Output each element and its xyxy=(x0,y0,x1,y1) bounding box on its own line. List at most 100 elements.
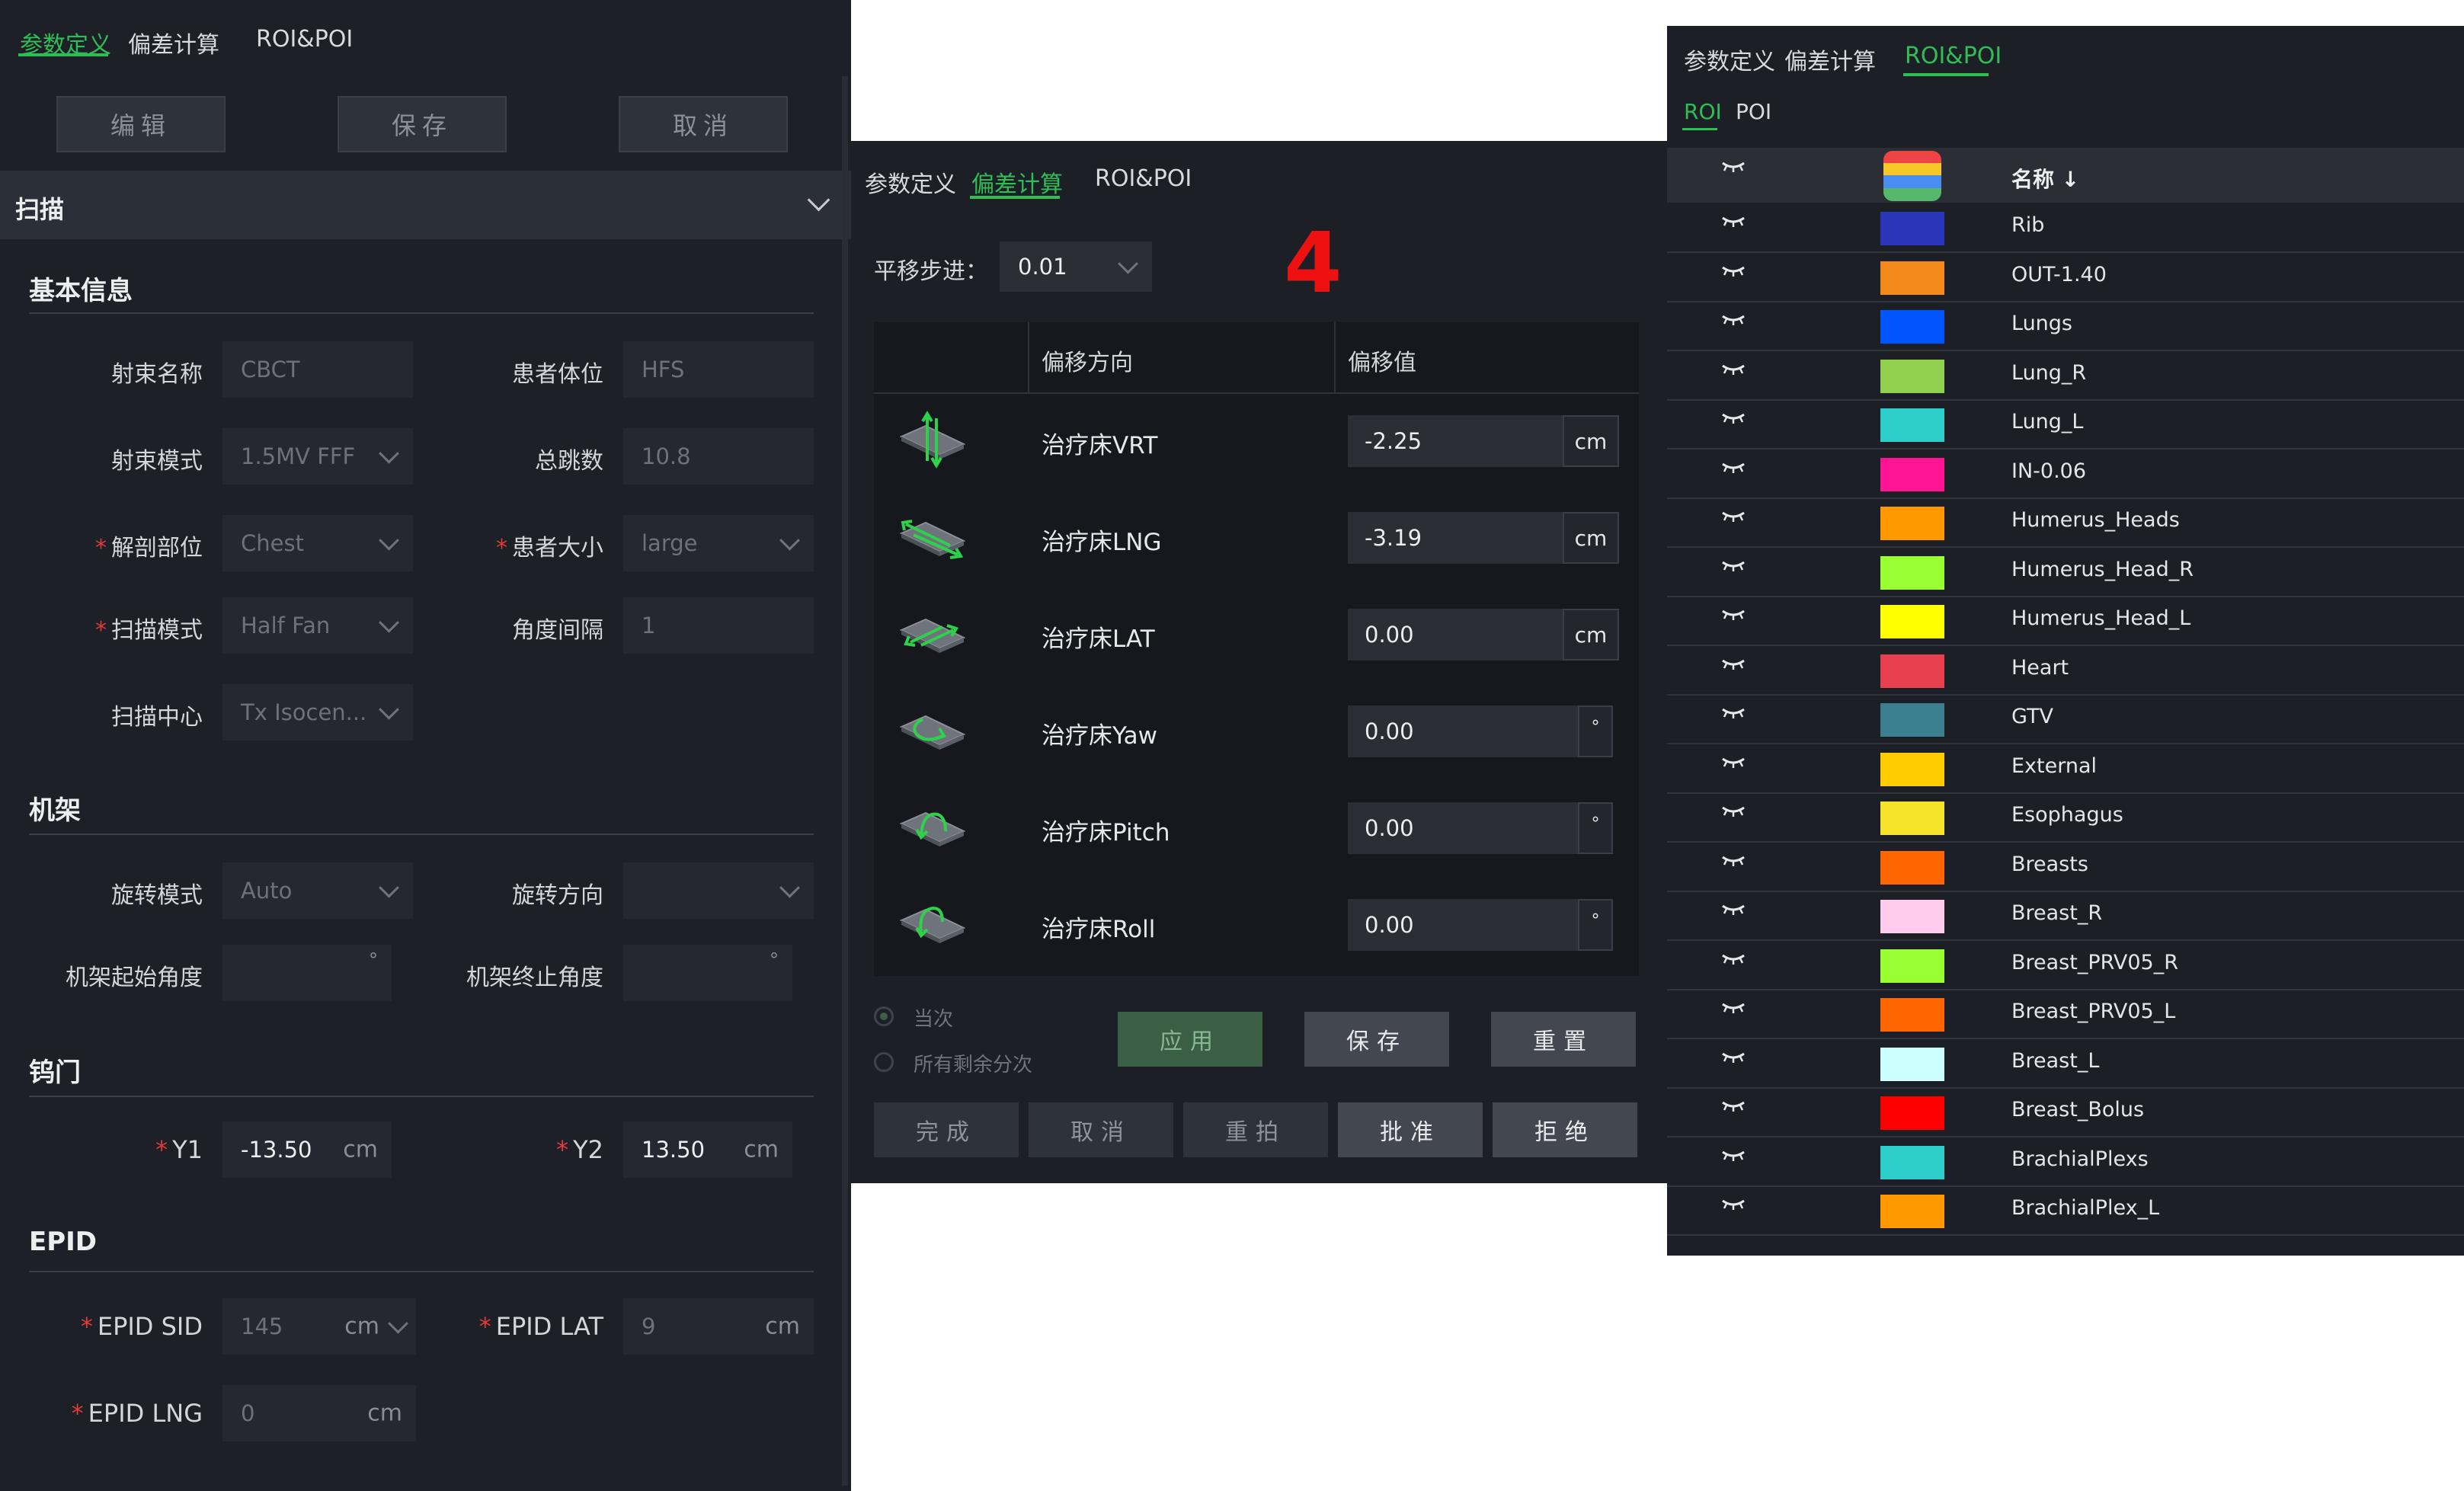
eye-closed-icon[interactable] xyxy=(1720,213,1746,232)
roi-color-swatch[interactable] xyxy=(1880,310,1944,344)
y1-field[interactable]: -13.50 cm xyxy=(222,1121,392,1178)
eye-closed-icon[interactable] xyxy=(1720,754,1746,773)
roi-row[interactable]: BrachialPlexs xyxy=(1667,1137,2464,1187)
done-button[interactable]: 完成 xyxy=(874,1102,1019,1157)
sort-arrow-icon[interactable]: ↓ xyxy=(2062,167,2079,192)
anatomy-select[interactable]: Chest xyxy=(222,515,413,571)
eye-closed-icon[interactable] xyxy=(1720,459,1746,478)
eye-closed-icon[interactable] xyxy=(1720,1098,1746,1116)
patient-size-select[interactable]: large xyxy=(623,515,814,571)
retake-button[interactable]: 重拍 xyxy=(1183,1102,1328,1157)
epid-sid-select[interactable]: 145 cm xyxy=(222,1298,416,1355)
roi-color-swatch[interactable] xyxy=(1880,850,1944,885)
offset-value-input[interactable]: 0.00 xyxy=(1348,609,1563,661)
roi-row[interactable]: Breast_PRV05_R xyxy=(1667,940,2464,990)
eye-closed-icon[interactable] xyxy=(1720,803,1746,821)
roi-row[interactable]: Breast_PRV05_L xyxy=(1667,989,2464,1039)
roi-row[interactable]: Rib xyxy=(1667,203,2464,253)
eye-closed-icon[interactable] xyxy=(1720,1000,1746,1018)
gantry-start-angle-field[interactable]: ° xyxy=(222,945,392,1001)
roi-color-swatch[interactable] xyxy=(1880,801,1944,835)
eye-closed-icon[interactable] xyxy=(1720,558,1746,576)
roi-row[interactable]: IN-0.06 xyxy=(1667,449,2464,499)
offset-value-input[interactable]: 0.00 xyxy=(1348,802,1578,854)
eye-closed-icon[interactable] xyxy=(1720,263,1746,281)
roi-color-swatch[interactable] xyxy=(1880,998,1944,1032)
roi-row[interactable]: Lung_R xyxy=(1667,350,2464,401)
roi-color-swatch[interactable] xyxy=(1880,654,1944,688)
roi-color-swatch[interactable] xyxy=(1880,457,1944,491)
column-name-header[interactable]: 名称 ↓ xyxy=(2011,163,2079,194)
roi-color-swatch[interactable] xyxy=(1880,261,1944,295)
scan-section-header[interactable]: 扫描 xyxy=(0,171,851,239)
edit-button[interactable]: 编辑 xyxy=(56,96,226,152)
roi-color-swatch[interactable] xyxy=(1880,703,1944,737)
offset-value-input[interactable]: -3.19 xyxy=(1348,512,1563,564)
roi-color-swatch[interactable] xyxy=(1880,900,1944,933)
tab-roi-poi[interactable]: ROI&POI xyxy=(256,26,353,53)
offset-value-input[interactable]: -2.25 xyxy=(1348,415,1563,467)
subtab-roi[interactable]: ROI xyxy=(1684,99,1722,124)
roi-color-swatch[interactable] xyxy=(1880,408,1944,442)
roi-color-swatch[interactable] xyxy=(1880,359,1944,393)
tab-deviation-calc[interactable]: 偏差计算 xyxy=(1784,43,1876,76)
scrollbar[interactable] xyxy=(842,76,848,1486)
step-select[interactable]: 0.01 xyxy=(1000,242,1152,292)
scan-mode-select[interactable]: Half Fan xyxy=(222,597,413,654)
tab-deviation-calc[interactable]: 偏差计算 xyxy=(971,165,1063,199)
roi-row[interactable]: External xyxy=(1667,744,2464,794)
roi-row[interactable]: Heart xyxy=(1667,645,2464,696)
apply-button[interactable]: 应用 xyxy=(1118,1012,1262,1067)
chevron-down-icon[interactable] xyxy=(807,188,830,212)
tab-deviation-calc[interactable]: 偏差计算 xyxy=(128,26,219,59)
roi-row[interactable]: Humerus_Heads xyxy=(1667,498,2464,548)
radio-all-remaining[interactable] xyxy=(874,1052,894,1072)
roi-row[interactable]: Lung_L xyxy=(1667,399,2464,450)
eye-closed-icon[interactable] xyxy=(1720,1049,1746,1067)
roi-color-swatch[interactable] xyxy=(1880,605,1944,638)
eye-closed-icon[interactable] xyxy=(1720,705,1746,723)
offset-value-input[interactable]: 0.00 xyxy=(1348,706,1578,757)
tab-param-def[interactable]: 参数定义 xyxy=(1684,43,1775,76)
rotation-mode-select[interactable]: Auto xyxy=(222,862,413,919)
roi-color-swatch[interactable] xyxy=(1880,752,1944,786)
eye-closed-icon[interactable] xyxy=(1720,312,1746,330)
eye-closed-icon[interactable] xyxy=(1720,361,1746,379)
eye-closed-icon[interactable] xyxy=(1720,1196,1746,1214)
roi-color-swatch[interactable] xyxy=(1880,1195,1944,1228)
tab-param-def[interactable]: 参数定义 xyxy=(865,165,956,199)
cancel-button[interactable]: 取消 xyxy=(619,96,788,152)
cancel-button[interactable]: 取消 xyxy=(1029,1102,1173,1157)
y2-field[interactable]: 13.50 cm xyxy=(623,1121,792,1178)
roi-row[interactable]: GTV xyxy=(1667,694,2464,744)
eye-closed-icon[interactable] xyxy=(1720,853,1746,871)
save-button[interactable]: 保存 xyxy=(338,96,507,152)
scan-center-select[interactable]: Tx Isocen... xyxy=(222,684,413,741)
roi-color-swatch[interactable] xyxy=(1880,1145,1944,1179)
reset-button[interactable]: 重置 xyxy=(1491,1012,1636,1067)
save-button[interactable]: 保存 xyxy=(1304,1012,1449,1067)
roi-color-swatch[interactable] xyxy=(1880,555,1944,590)
offset-value-input[interactable]: 0.00 xyxy=(1348,899,1578,951)
beam-mode-select[interactable]: 1.5MV FFF xyxy=(222,428,413,485)
eye-closed-icon[interactable] xyxy=(1720,1147,1746,1166)
eye-closed-icon[interactable] xyxy=(1720,951,1746,969)
eye-closed-icon[interactable] xyxy=(1720,606,1746,625)
roi-row[interactable]: BrachialPlex_L xyxy=(1667,1185,2464,1236)
radio-current[interactable] xyxy=(874,1006,894,1026)
color-palette-icon[interactable] xyxy=(1883,151,1941,201)
roi-row[interactable]: Humerus_Head_L xyxy=(1667,596,2464,646)
roi-row[interactable]: OUT-1.40 xyxy=(1667,252,2464,302)
roi-row[interactable]: Esophagus xyxy=(1667,792,2464,843)
eye-closed-icon[interactable] xyxy=(1720,410,1746,428)
tab-roi-poi[interactable]: ROI&POI xyxy=(1905,43,2002,69)
reject-button[interactable]: 拒绝 xyxy=(1493,1102,1637,1157)
eye-closed-icon[interactable] xyxy=(1720,158,1746,174)
tab-roi-poi[interactable]: ROI&POI xyxy=(1095,165,1192,192)
roi-row[interactable]: Breast_R xyxy=(1667,891,2464,941)
roi-row[interactable]: Humerus_Head_R xyxy=(1667,547,2464,597)
roi-row[interactable]: Breast_L xyxy=(1667,1038,2464,1089)
approve-button[interactable]: 批准 xyxy=(1338,1102,1483,1157)
roi-color-swatch[interactable] xyxy=(1880,1047,1944,1081)
roi-color-swatch[interactable] xyxy=(1880,1096,1944,1130)
